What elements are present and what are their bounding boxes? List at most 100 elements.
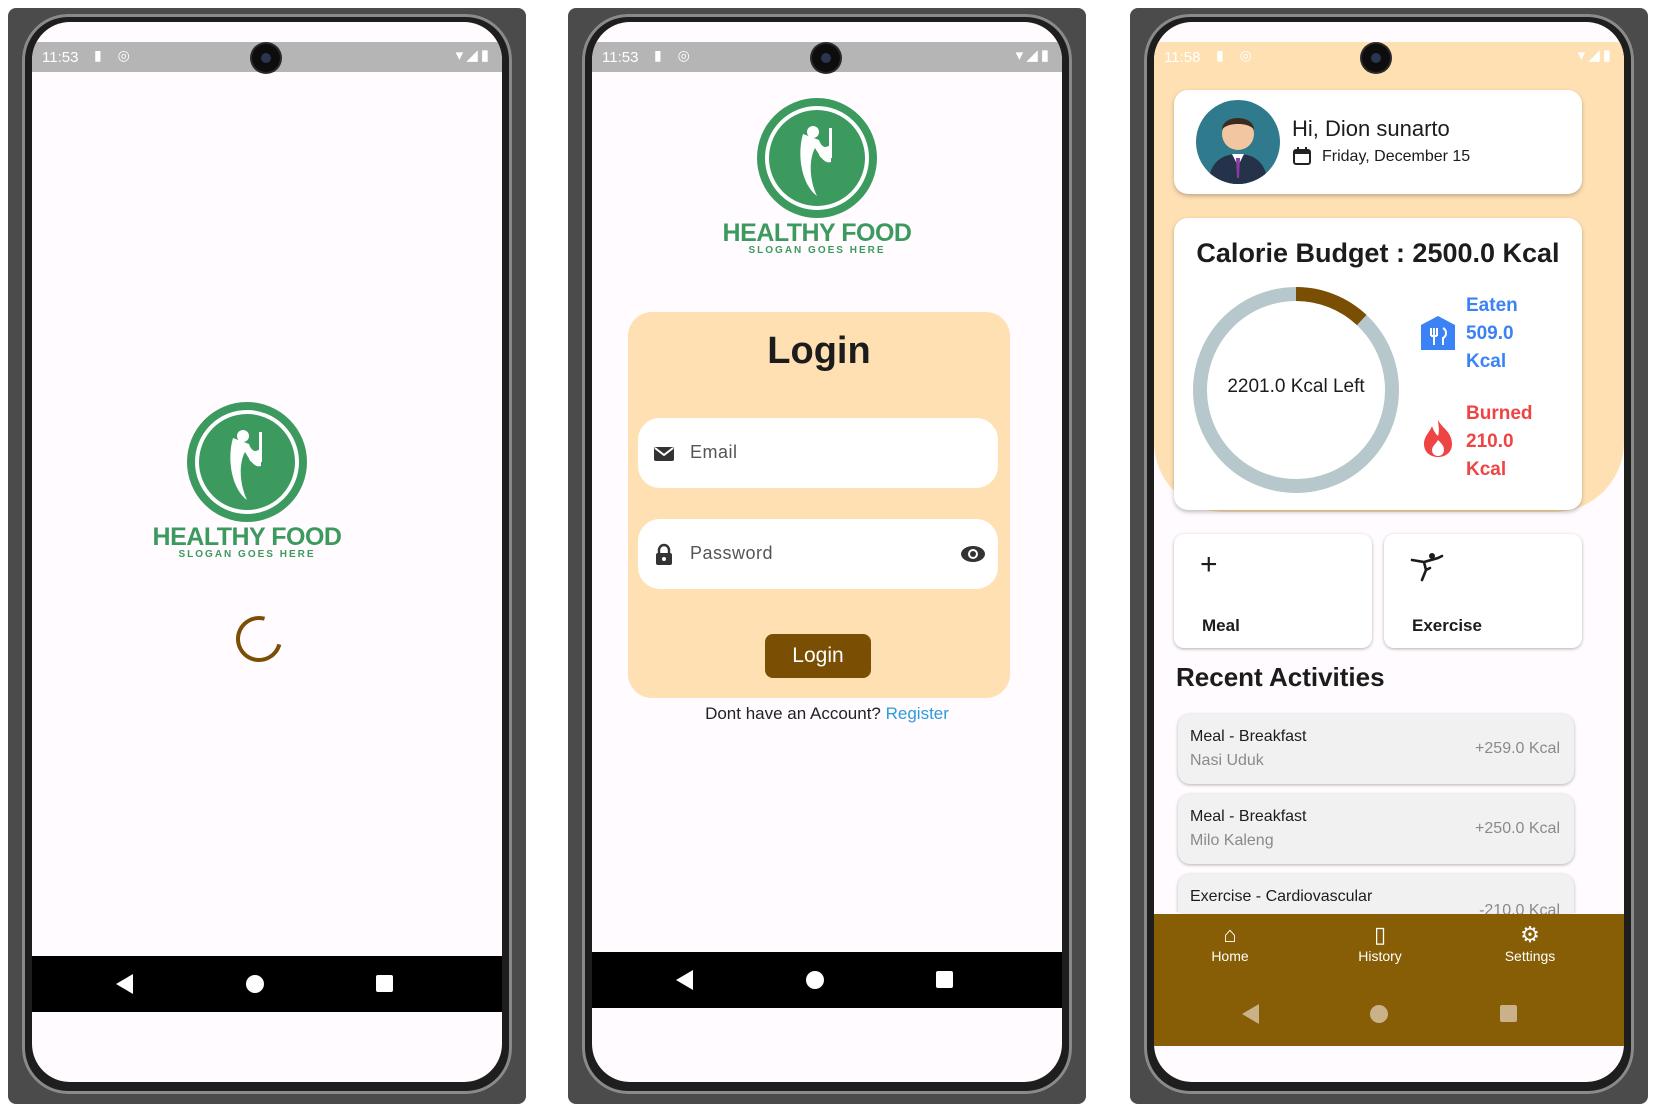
- status-icons-left: ▮ ◎: [654, 47, 696, 63]
- no-account-text: Dont have an Account?: [705, 704, 881, 723]
- nav-home[interactable]: ⌂ Home: [1180, 922, 1280, 964]
- password-field[interactable]: Password: [638, 519, 998, 589]
- greeting: Hi, Dion sunarto: [1292, 116, 1450, 141]
- activity-list: Meal - Breakfast Nasi Uduk +259.0 Kcal M…: [1172, 706, 1582, 914]
- chef-figure-icon: [800, 126, 832, 196]
- phone-login: 11:53 ▮ ◎ ▾◢▮ HEALTHY FOOD SLOGAN GOES H…: [568, 8, 1086, 1104]
- list-item[interactable]: Meal - Breakfast Nasi Uduk +259.0 Kcal: [1178, 714, 1574, 784]
- nav-back-icon[interactable]: [676, 970, 693, 990]
- nav-recents-icon[interactable]: [936, 971, 953, 988]
- calorie-budget-card: Calorie Budget : 2500.0 Kcal 2201.0 Kcal…: [1174, 218, 1582, 510]
- nav-settings-label: Settings: [1504, 948, 1556, 964]
- nav-back-icon[interactable]: [1242, 1004, 1259, 1024]
- nav-recents-icon[interactable]: [376, 975, 393, 992]
- app-logo: HEALTHY FOOD SLOGAN GOES HERE: [722, 98, 912, 256]
- brand-slogan: SLOGAN GOES HERE: [178, 549, 316, 560]
- password-placeholder: Password: [690, 543, 774, 563]
- eaten-unit: Kcal: [1466, 351, 1507, 372]
- nav-history[interactable]: ▯ History: [1330, 922, 1430, 964]
- current-date: Friday, December 15: [1322, 148, 1471, 165]
- activity-kcal: +259.0 Kcal: [1475, 740, 1560, 757]
- burned-label: Burned: [1466, 403, 1533, 424]
- splash-screen: 11:53 ▮ ◎ ▾◢▮ HEALTHY FOOD SLOGAN GOES H…: [32, 22, 502, 1082]
- nav-home-icon[interactable]: [1370, 1005, 1388, 1023]
- nav-home-icon[interactable]: [806, 971, 824, 989]
- login-button[interactable]: Login: [765, 634, 871, 678]
- recent-activities-title: Recent Activities: [1176, 662, 1385, 692]
- register-link[interactable]: Register: [886, 704, 949, 723]
- fire-icon: [1424, 420, 1452, 457]
- nav-home-label: Home: [1211, 948, 1249, 964]
- add-exercise-tile[interactable]: Exercise: [1384, 534, 1582, 648]
- nav-home-icon[interactable]: [246, 975, 264, 993]
- nav-recents-icon[interactable]: [1500, 1005, 1517, 1022]
- status-icons-right: ▾◢▮: [1015, 47, 1052, 64]
- nav-history-label: History: [1358, 948, 1402, 964]
- app-logo: HEALTHY FOOD SLOGAN GOES HERE: [152, 402, 342, 560]
- email-field[interactable]: Email: [638, 418, 998, 488]
- mail-icon: [654, 447, 674, 461]
- phone-dashboard: 11:58 ▮ ◎ ▾◢▮ Hi, Dion sunarto Friday, D…: [1130, 8, 1648, 1104]
- plus-icon: +: [1200, 548, 1218, 581]
- front-camera: [252, 44, 280, 72]
- activity-kcal: +250.0 Kcal: [1475, 820, 1560, 837]
- burned-value: 210.0: [1466, 431, 1514, 452]
- status-time: 11:53: [42, 49, 79, 66]
- nav-settings[interactable]: ⚙ Settings: [1480, 922, 1580, 964]
- email-placeholder: Email: [690, 442, 738, 462]
- logo-emblem: [187, 402, 307, 522]
- activity-title: Meal - Breakfast: [1190, 728, 1307, 745]
- gear-icon: ⚙: [1520, 922, 1540, 947]
- nav-back-icon[interactable]: [116, 974, 133, 994]
- system-nav-bar: [592, 952, 1062, 1008]
- logo-emblem: [757, 98, 877, 218]
- home-icon: ⌂: [1223, 922, 1237, 947]
- status-time: 11:53: [602, 49, 639, 66]
- kcal-left: 2201.0 Kcal Left: [1227, 376, 1365, 397]
- activity-title: Meal - Breakfast: [1190, 808, 1307, 825]
- eaten-label: Eaten: [1466, 295, 1518, 316]
- meal-icon: [1421, 316, 1455, 350]
- device-screen: 11:53 ▮ ◎ ▾◢▮ HEALTHY FOOD SLOGAN GOES H…: [592, 22, 1062, 1082]
- chef-figure-icon: [230, 430, 262, 500]
- list-item[interactable]: Meal - Breakfast Milo Kaleng +250.0 Kcal: [1178, 794, 1574, 864]
- book-icon: ▯: [1373, 922, 1387, 947]
- status-icons-right: ▾◢▮: [455, 47, 492, 64]
- activity-subtitle: Nasi Uduk: [1190, 752, 1264, 769]
- register-prompt: Dont have an Account? Register: [592, 704, 1062, 724]
- status-time: 11:58: [1164, 49, 1201, 66]
- exercise-tile-label: Exercise: [1412, 616, 1482, 635]
- burned-unit: Kcal: [1466, 459, 1507, 480]
- calendar-icon: [1293, 147, 1311, 165]
- dashboard-screen: 11:58 ▮ ◎ ▾◢▮ Hi, Dion sunarto Friday, D…: [1154, 22, 1624, 1082]
- phone-splash: 11:53 ▮ ◎ ▾◢▮ HEALTHY FOOD SLOGAN GOES H…: [8, 8, 526, 1104]
- system-nav-bar: [1154, 986, 1624, 1046]
- calorie-ring: 2201.0 Kcal Left: [1190, 284, 1402, 496]
- avatar[interactable]: [1196, 100, 1280, 184]
- login-title: Login: [767, 330, 871, 372]
- activity-kcal: -210.0 Kcal: [1479, 902, 1560, 914]
- status-icons-left: ▮ ◎: [1216, 47, 1258, 63]
- front-camera: [812, 44, 840, 72]
- activity-title: Exercise - Cardiovascular: [1190, 888, 1373, 905]
- login-card: Login Email Password Login: [628, 312, 1010, 698]
- burned-stat: Burned 210.0 Kcal: [1466, 400, 1533, 484]
- calorie-budget-title: Calorie Budget : 2500.0 Kcal: [1196, 238, 1560, 268]
- profile-card: Hi, Dion sunarto Friday, December 15: [1174, 90, 1582, 194]
- eaten-value: 509.0: [1466, 323, 1514, 344]
- list-item[interactable]: Exercise - Cardiovascular -210.0 Kcal: [1178, 874, 1574, 914]
- eaten-stat: Eaten 509.0 Kcal: [1466, 292, 1518, 376]
- front-camera: [1362, 44, 1390, 72]
- lock-icon: [656, 543, 672, 565]
- add-meal-tile[interactable]: + Meal: [1174, 534, 1372, 648]
- activity-subtitle: Milo Kaleng: [1190, 832, 1274, 849]
- status-icons-left: ▮ ◎: [94, 47, 136, 63]
- show-password-icon[interactable]: [960, 543, 986, 565]
- brand-name: HEALTHY FOOD: [152, 523, 342, 551]
- meal-tile-label: Meal: [1202, 616, 1240, 635]
- device-screen: 11:53 ▮ ◎ ▾◢▮ HEALTHY FOOD SLOGAN GOES H…: [32, 22, 502, 1082]
- brand-name: HEALTHY FOOD: [722, 219, 912, 247]
- system-nav-bar: [32, 956, 502, 1012]
- brand-slogan: SLOGAN GOES HERE: [748, 245, 886, 256]
- device-screen: 11:58 ▮ ◎ ▾◢▮ Hi, Dion sunarto Friday, D…: [1154, 22, 1624, 1082]
